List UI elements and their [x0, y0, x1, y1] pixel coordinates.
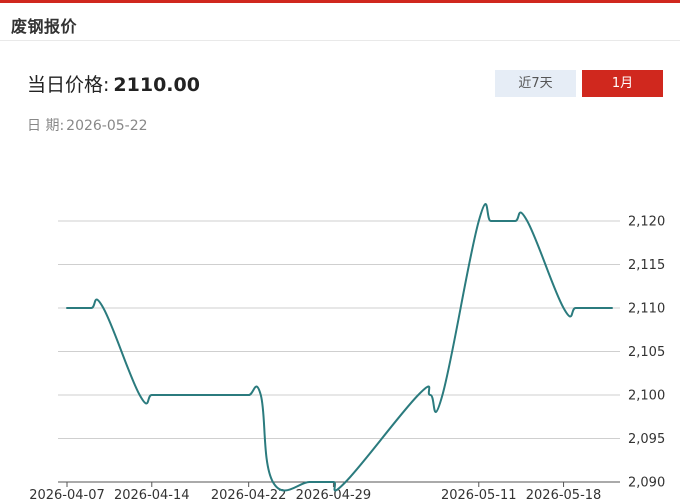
y-tick-label: 2,090 — [628, 476, 665, 491]
y-tick-label: 2,100 — [628, 389, 665, 404]
y-tick-label: 2,095 — [628, 432, 665, 447]
x-tick-label: 2026-04-29 — [296, 488, 372, 502]
x-tick-label: 2026-04-07 — [29, 488, 105, 502]
price-series-line — [66, 203, 613, 492]
y-tick-label: 2,120 — [628, 215, 665, 230]
y-tick-label: 2,115 — [628, 258, 665, 273]
y-tick-label: 2,105 — [628, 345, 665, 360]
x-tick-label: 2026-04-22 — [211, 488, 287, 502]
price-line-chart: 2,090 2,095 2,100 2,105 2,110 2,115 2,120 2026-… — [29, 203, 665, 502]
x-tick-label: 2026-05-18 — [526, 488, 602, 502]
x-tick-label: 2026-05-11 — [441, 488, 517, 502]
y-tick-label: 2,110 — [628, 302, 665, 317]
x-tick-label: 2026-04-14 — [114, 488, 190, 502]
